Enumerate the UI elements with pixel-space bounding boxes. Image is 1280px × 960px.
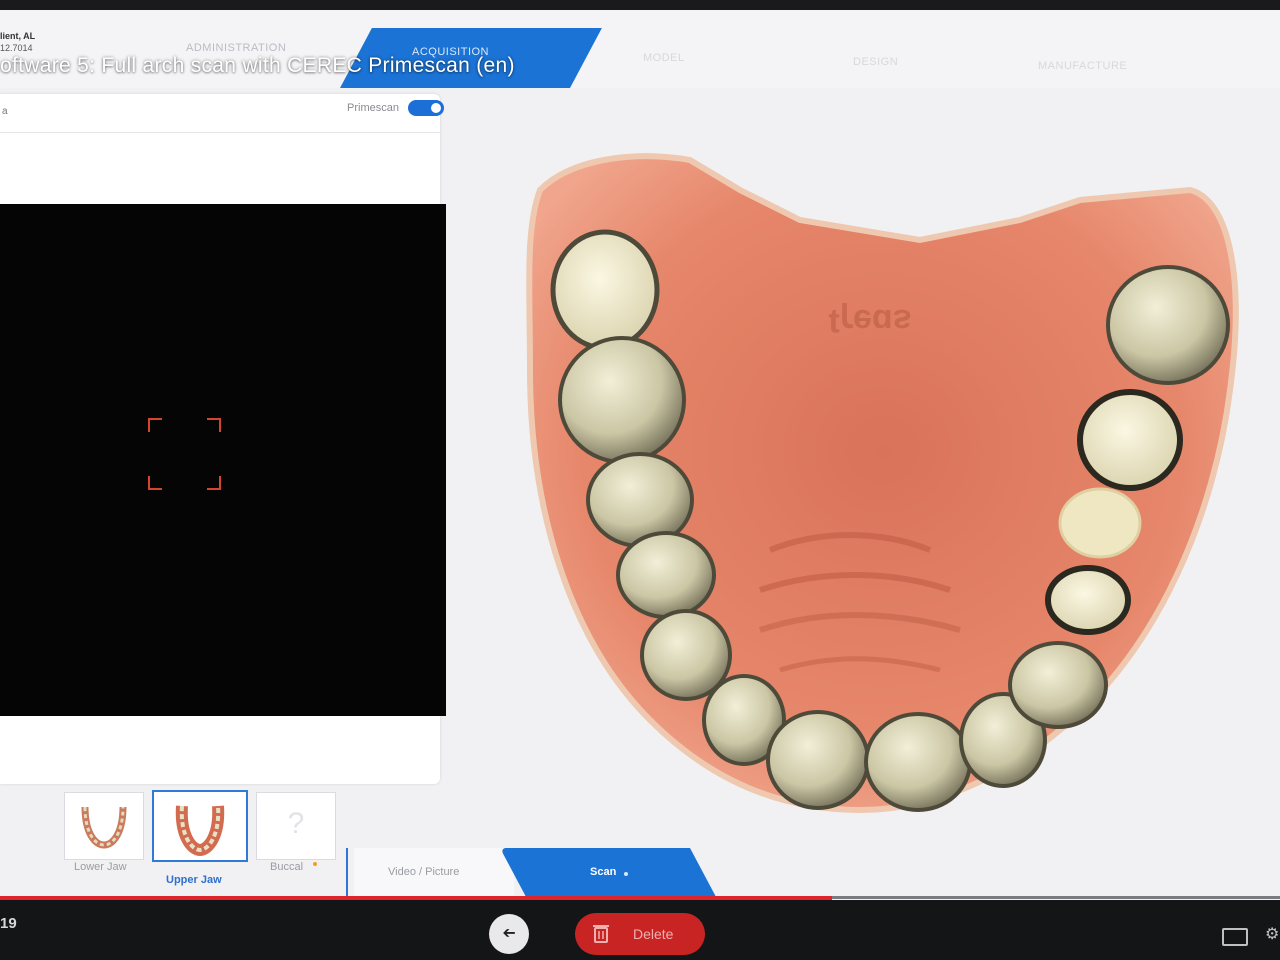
live-camera-view [0, 204, 446, 716]
step-manufacture[interactable]: MANUFACTURE [1038, 60, 1127, 72]
video-overlay-title: oftware 5: Full arch scan with CEREC Pri… [0, 54, 515, 77]
cerec-screen: lient, AL 12.7014 ADMINISTRATION ACQUISI… [0, 10, 1280, 960]
trash-icon [593, 925, 609, 943]
step-administration[interactable]: ADMINISTRATION [186, 42, 286, 54]
focus-corner-icon [207, 418, 221, 432]
delete-label: Delete [633, 926, 674, 942]
time-readout: 19 [0, 915, 17, 932]
tooth-prep [1077, 389, 1183, 491]
progress-track [832, 896, 1280, 899]
tab-divider [346, 848, 348, 898]
camera-panel-label: a [2, 106, 8, 117]
tooth [616, 531, 716, 619]
primescan-toggle[interactable] [408, 100, 444, 116]
model-brand-emboss-icon: ƨɒɘɿʇ [828, 302, 911, 340]
focus-corner-icon [148, 418, 162, 432]
camera-panel-header: a Primescan [0, 94, 444, 133]
placeholder-question-icon: ? [287, 807, 305, 840]
patient-meta: 12.7014 [0, 43, 33, 53]
tab-video-picture-label[interactable]: Video / Picture [388, 866, 459, 878]
focus-corner-icon [148, 476, 162, 490]
workflow-topbar: lient, AL 12.7014 ADMINISTRATION ACQUISI… [0, 10, 1280, 88]
tooth [558, 336, 686, 464]
scan-status-dot [624, 872, 628, 876]
focus-corner-icon [207, 476, 221, 490]
tooth-prep [1045, 565, 1131, 635]
keyboard-icon[interactable] [1222, 928, 1248, 946]
patient-info: lient, AL 12.7014 [0, 30, 35, 54]
tooth [1008, 641, 1108, 729]
tooth [766, 710, 870, 810]
upper-jaw-3d-model[interactable]: ƨɒɘɿʇ [500, 130, 1260, 830]
tooth [864, 712, 972, 812]
tooth [1058, 487, 1142, 559]
step-design[interactable]: DESIGN [853, 56, 898, 68]
delete-button[interactable]: Delete [575, 913, 705, 955]
tooth-prep [550, 229, 660, 351]
tooth [1106, 265, 1230, 385]
gear-icon[interactable]: ⚙ [1265, 924, 1279, 944]
back-button[interactable]: ➔ [489, 914, 529, 954]
camera-panel: a Primescan [0, 94, 446, 784]
toggle-knob [431, 103, 441, 113]
back-arrow-icon: ➔ [502, 925, 516, 942]
tab-scan-label[interactable]: Scan [590, 866, 616, 878]
step-model[interactable]: MODEL [643, 52, 685, 64]
patient-name: lient, AL [0, 31, 36, 41]
primescan-label: Primescan [347, 102, 399, 114]
